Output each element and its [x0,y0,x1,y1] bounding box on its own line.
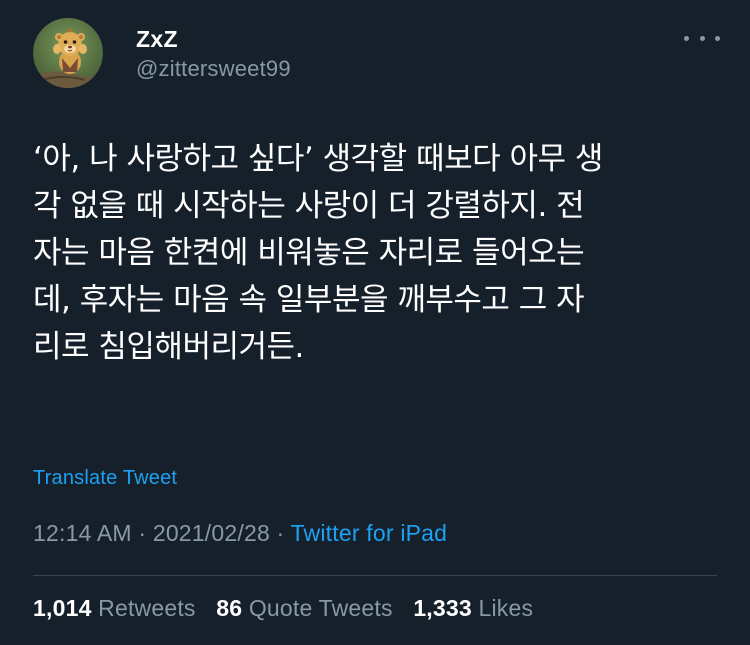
tweet-stats: 1,014 Retweets 86 Quote Tweets 1,333 Lik… [33,595,547,622]
lion-cub-avatar-icon [33,18,103,88]
tweet-text: ‘아, 나 사랑하고 싶다’ 생각할 때보다 아무 생 각 없을 때 시작하는 … [33,141,603,365]
quote-tweets-stat[interactable]: 86 Quote Tweets [216,595,392,622]
dot [699,35,705,41]
tweet-header: ZxZ @zittersweet99 [33,18,720,88]
tweet-date[interactable]: 2021/02/28 [153,520,270,546]
divider [33,575,717,576]
retweets-stat[interactable]: 1,014 Retweets [33,595,196,622]
handle[interactable]: @zittersweet99 [136,54,291,84]
meta-separator: · [269,520,291,546]
display-name[interactable]: ZxZ [136,26,291,52]
quote-tweets-count: 86 [216,595,243,621]
quote-tweets-label: Quote Tweets [248,595,393,621]
likes-count: 1,333 [413,595,472,621]
retweets-label: Retweets [98,595,196,621]
avatar[interactable] [33,18,103,88]
tweet-meta: 12:14 AM · 2021/02/28 · Twitter for iPad [33,520,447,547]
author-names: ZxZ @zittersweet99 [136,26,291,84]
likes-label: Likes [478,595,534,621]
dot [684,35,689,41]
dot [715,35,720,41]
meta-separator: · [131,520,153,546]
retweets-count: 1,014 [33,595,92,621]
translate-tweet-link[interactable]: Translate Tweet [33,467,177,490]
more-options-icon[interactable] [684,28,720,48]
likes-stat[interactable]: 1,333 Likes [413,595,533,622]
tweet-source-link[interactable]: Twitter for iPad [291,520,448,546]
tweet-time[interactable]: 12:14 AM [33,520,132,546]
tweet-detail: ZxZ @zittersweet99 ‘아, 나 사랑하고 싶다’ 생각할 때보… [0,0,750,645]
